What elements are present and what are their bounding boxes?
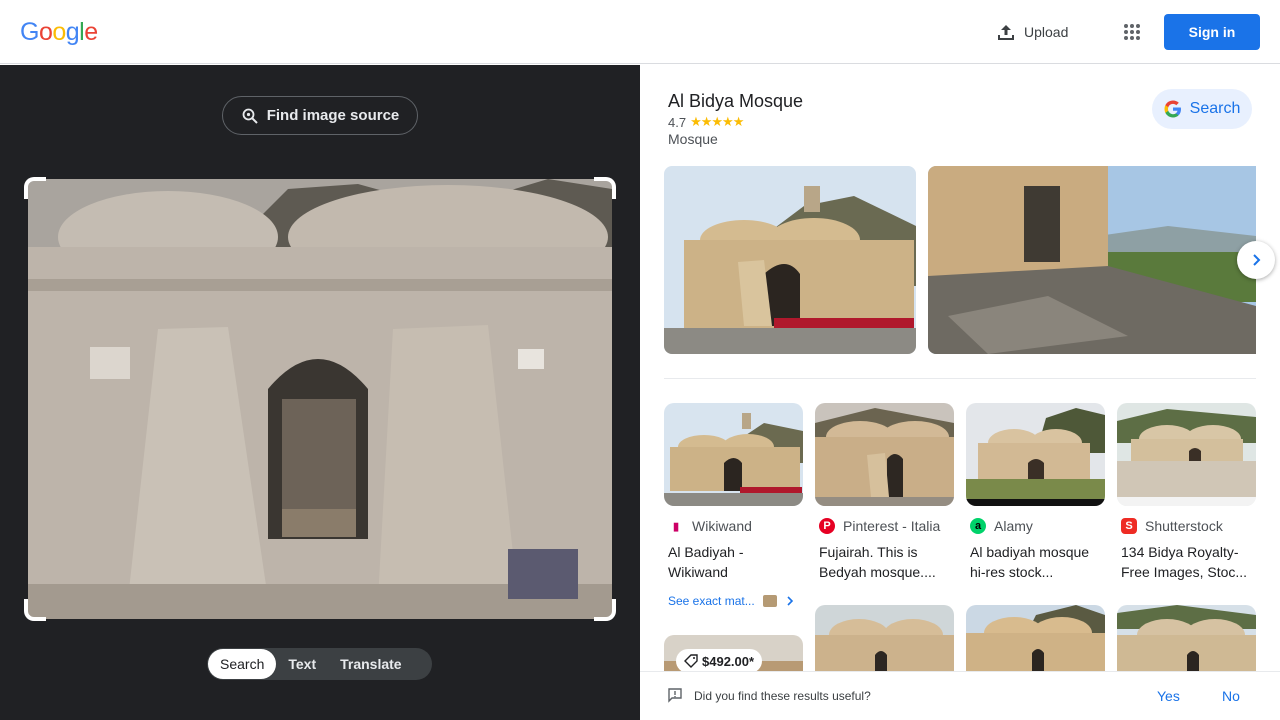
entity-type: Mosque — [668, 131, 718, 147]
crop-handle-bottom-right[interactable] — [594, 599, 616, 621]
price-tag-icon — [684, 654, 698, 668]
google-logo[interactable]: Google — [20, 18, 98, 47]
price-badge: $492.00* — [676, 649, 763, 673]
chevron-right-icon — [1253, 254, 1261, 266]
result-card[interactable]: P Pinterest - Italia Fujairah. This is Be… — [815, 403, 954, 582]
image-viewer-panel: Find image source Search Text Translate — [0, 65, 640, 720]
alamy-icon: a — [970, 518, 986, 534]
rating-value: 4.7 — [668, 114, 687, 130]
entity-image-2[interactable] — [928, 166, 1256, 354]
apps-grid-icon — [1124, 24, 1140, 40]
result-card[interactable]: S Shutterstock 134 Bidya Royalty-Free Ima… — [1117, 403, 1256, 582]
crop-handle-top-left[interactable] — [24, 177, 46, 199]
logo-letter: o — [52, 18, 66, 46]
pinterest-icon: P — [819, 518, 835, 534]
google-g-icon — [1164, 100, 1181, 118]
carousel-next-button[interactable] — [1237, 241, 1275, 279]
result-source: Alamy — [994, 518, 1033, 534]
shutterstock-icon: S — [1121, 518, 1137, 534]
result-source: Pinterest - Italia — [843, 518, 941, 534]
find-image-source-label: Find image source — [266, 107, 400, 124]
crop-handle-top-right[interactable] — [594, 177, 616, 199]
tab-search[interactable]: Search — [208, 649, 277, 679]
result-source: Wikiwand — [692, 518, 752, 534]
result-title[interactable]: Al Badiyah - Wikiwand — [664, 542, 803, 582]
google-apps-button[interactable] — [1114, 14, 1150, 50]
exact-match-thumbnail — [762, 595, 777, 607]
result-thumbnail[interactable] — [664, 403, 803, 506]
result-thumbnail[interactable] — [1117, 403, 1256, 506]
result-title[interactable]: 134 Bidya Royalty-Free Images, Stoc... — [1117, 542, 1256, 582]
find-image-source-button[interactable]: Find image source — [222, 96, 418, 135]
feedback-icon — [668, 688, 682, 703]
tab-translate[interactable]: Translate — [328, 649, 413, 679]
feedback-no-button[interactable]: No — [1222, 688, 1240, 704]
see-exact-matches-link[interactable]: See exact mat... — [668, 594, 795, 608]
entity-rating: 4.7 ★★★★★ — [668, 114, 744, 130]
result-thumbnail[interactable] — [1117, 605, 1256, 671]
result-thumbnail[interactable] — [966, 403, 1105, 506]
entity-title[interactable]: Al Bidya Mosque — [668, 91, 803, 112]
section-divider — [664, 378, 1256, 379]
google-search-label: Search — [1189, 100, 1241, 117]
lens-search-icon — [242, 108, 258, 124]
upload-button[interactable]: Upload — [986, 14, 1078, 50]
crop-handle-bottom-left[interactable] — [24, 599, 46, 621]
logo-letter: o — [38, 18, 53, 46]
result-card[interactable]: ▮ Wikiwand Al Badiyah - Wikiwand — [664, 403, 803, 582]
price-value: $492.00* — [702, 653, 755, 669]
result-title[interactable]: Al badiyah mosque hi-res stock... — [966, 542, 1105, 582]
wikiwand-icon: ▮ — [668, 518, 684, 534]
mode-tabs: Search Text Translate — [207, 648, 432, 680]
logo-letter: e — [84, 18, 98, 46]
tab-text[interactable]: Text — [276, 649, 328, 679]
logo-letter: G — [20, 18, 39, 46]
feedback-yes-button[interactable]: Yes — [1157, 688, 1180, 704]
result-thumbnail[interactable] — [966, 605, 1105, 671]
see-exact-matches-label: See exact mat... — [668, 594, 755, 608]
top-bar: Google Upload Sign in — [0, 0, 1280, 64]
chevron-right-icon — [787, 596, 793, 606]
upload-label: Upload — [1024, 24, 1069, 40]
result-thumbnail[interactable] — [815, 605, 954, 671]
result-source: Shutterstock — [1145, 518, 1223, 534]
result-card[interactable]: a Alamy Al badiyah mosque hi-res stock... — [966, 403, 1105, 582]
entity-image-1[interactable] — [664, 166, 916, 354]
rating-stars: ★★★★★ — [690, 114, 744, 129]
result-title[interactable]: Fujairah. This is Bedyah mosque.... — [815, 542, 954, 582]
results-panel: Al Bidya Mosque 4.7 ★★★★★ Mosque Search — [640, 65, 1280, 720]
feedback-question: Did you find these results useful? — [694, 689, 871, 703]
logo-letter: g — [65, 18, 80, 46]
upload-icon — [998, 25, 1014, 40]
sign-in-button[interactable]: Sign in — [1164, 14, 1260, 50]
query-image[interactable] — [28, 179, 612, 619]
result-thumbnail[interactable] — [815, 403, 954, 506]
feedback-bar: Did you find these results useful? Yes N… — [640, 671, 1280, 720]
google-search-button[interactable]: Search — [1152, 89, 1252, 129]
